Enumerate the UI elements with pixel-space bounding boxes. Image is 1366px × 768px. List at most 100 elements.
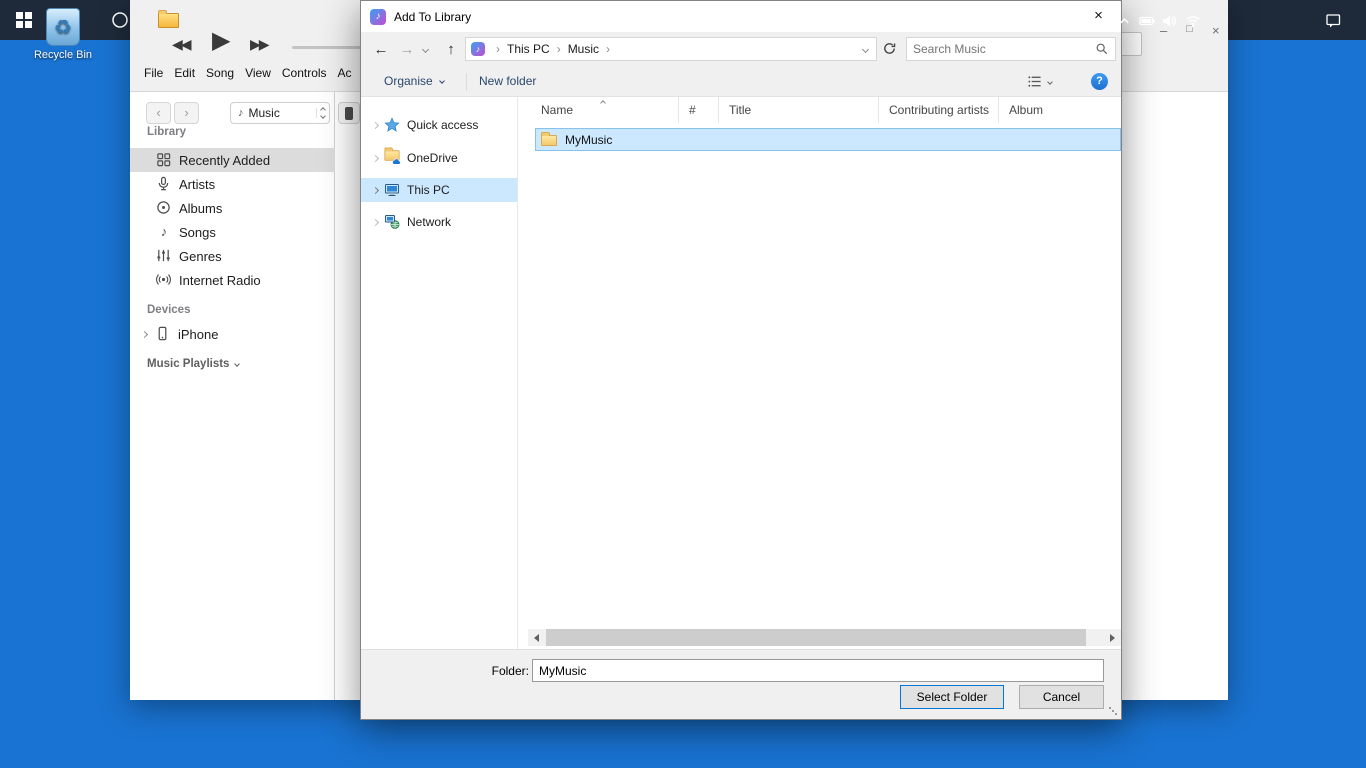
radio-waves-icon (156, 272, 172, 288)
expander-icon[interactable] (141, 330, 148, 337)
navpane-network[interactable]: Network (361, 210, 517, 234)
recycle-bin-icon: ♻ (46, 8, 80, 46)
list-view-icon (1027, 74, 1042, 89)
select-folder-button[interactable]: Select Folder (900, 685, 1004, 709)
menu-edit[interactable]: Edit (174, 66, 195, 80)
dialog-body: Quick access OneDrive This PC Network (361, 97, 1121, 649)
menu-song[interactable]: Song (206, 66, 234, 80)
column-header-album[interactable]: Album (999, 97, 1121, 123)
scroll-left-arrow[interactable] (528, 629, 545, 646)
navpane-this-pc[interactable]: This PC (361, 178, 517, 202)
dialog-close-button[interactable]: × (1076, 1, 1121, 31)
itunes-sidebar: ‹ › ♪ Music Library Recently Added Artis… (130, 92, 335, 700)
network-wifi-icon[interactable] (1184, 12, 1201, 29)
new-folder-button[interactable]: New folder (479, 74, 536, 88)
dialog-title: Add To Library (394, 10, 471, 24)
action-center-icon[interactable] (1325, 12, 1342, 29)
folder-icon (541, 135, 557, 146)
resize-grip[interactable] (1109, 707, 1111, 709)
breadcrumb-separator: › (557, 42, 561, 56)
search-box[interactable] (906, 37, 1116, 61)
itunes-app-icon: ♪ (370, 9, 386, 25)
dropdown-stepper-icon[interactable] (316, 108, 329, 118)
iphone-icon (155, 326, 171, 342)
pane-splitter[interactable] (517, 97, 518, 649)
breadcrumb-music[interactable]: Music (568, 42, 599, 56)
navpane-label: OneDrive (407, 151, 458, 165)
menu-account[interactable]: Ac (338, 66, 352, 80)
address-dropdown-icon[interactable] (862, 46, 869, 53)
file-name: MyMusic (565, 133, 612, 147)
sidebar-item-recently-added[interactable]: Recently Added (130, 148, 335, 172)
toolbar-divider (466, 73, 467, 91)
navpane-label: This PC (407, 183, 450, 197)
organise-menu-button[interactable]: Organise (384, 74, 444, 88)
sidebar-item-iphone[interactable]: iPhone (130, 322, 335, 346)
desktop: ♻ Recycle Bin ◀◀ ▶ ▶▶ File Edit Song Vie… (0, 0, 1366, 768)
dialog-footer: Folder: Select Folder Cancel (361, 649, 1121, 719)
cancel-button[interactable]: Cancel (1019, 685, 1104, 709)
scroll-right-arrow[interactable] (1104, 629, 1121, 646)
sidebar-item-artists[interactable]: Artists (130, 172, 335, 196)
itunes-menubar: File Edit Song View Controls Ac (144, 66, 363, 80)
sidebar-item-internet-radio[interactable]: Internet Radio (130, 268, 335, 292)
address-bar[interactable]: ♪ › This PC › Music › (465, 37, 877, 61)
quick-access-star-icon (384, 117, 401, 133)
sidebar-item-label: Artists (179, 177, 215, 192)
onedrive-icon (384, 150, 401, 166)
navpane-quick-access[interactable]: Quick access (361, 113, 517, 137)
recent-locations-dropdown-icon[interactable] (422, 46, 429, 53)
up-button[interactable]: ↑ (439, 38, 463, 62)
dialog-titlebar[interactable]: ♪ Add To Library × (361, 1, 1121, 32)
column-header-name[interactable]: Name (531, 97, 679, 123)
scrollbar-thumb[interactable] (546, 629, 1086, 646)
column-header-contributing-artists[interactable]: Contributing artists (879, 97, 999, 123)
sidebar-item-songs[interactable]: ♪ Songs (130, 220, 335, 244)
breadcrumb-this-pc[interactable]: This PC (507, 42, 550, 56)
menu-controls[interactable]: Controls (282, 66, 327, 80)
recycle-glyph: ♻ (54, 15, 72, 40)
menu-view[interactable]: View (245, 66, 271, 80)
media-kind-dropdown[interactable]: ♪ Music (230, 102, 330, 124)
help-button[interactable]: ? (1091, 73, 1108, 90)
recycle-bin-desktop-icon[interactable]: ♻ Recycle Bin (28, 8, 98, 61)
album-icon (156, 200, 172, 216)
media-kind-value: Music (249, 106, 317, 120)
battery-icon[interactable] (1139, 12, 1156, 29)
navpane-label: Quick access (407, 118, 478, 132)
column-header-number[interactable]: # (679, 97, 719, 123)
music-playlists-header[interactable]: Music Playlists (147, 358, 239, 370)
navpane-label: Network (407, 215, 451, 229)
note-icon: ♪ (156, 224, 172, 240)
horizontal-scrollbar[interactable] (528, 629, 1121, 646)
tray-expand-button[interactable] (1116, 12, 1133, 29)
search-input[interactable] (907, 42, 1095, 56)
next-track-button[interactable]: ▶▶ (250, 36, 268, 53)
file-row-mymusic[interactable]: MyMusic (535, 128, 1121, 151)
sidebar-item-albums[interactable]: Albums (130, 196, 335, 220)
volume-icon[interactable] (1160, 12, 1177, 29)
refresh-button[interactable] (882, 41, 897, 61)
play-button[interactable]: ▶ (212, 26, 230, 55)
sort-ascending-icon (600, 100, 606, 106)
forward-button[interactable]: → (395, 38, 419, 62)
menu-file[interactable]: File (144, 66, 163, 80)
device-button[interactable] (338, 102, 360, 124)
back-button[interactable]: ← (369, 38, 393, 62)
column-header-title[interactable]: Title (719, 97, 879, 123)
itunes-back-button[interactable]: ‹ (146, 102, 171, 124)
organise-label: Organise (384, 74, 433, 88)
library-section-header: Library (147, 126, 186, 138)
search-icon[interactable] (1095, 42, 1109, 56)
itunes-forward-button[interactable]: › (174, 102, 199, 124)
device-icon (345, 107, 353, 120)
sidebar-item-genres[interactable]: Genres (130, 244, 335, 268)
itunes-close-button[interactable]: × (1212, 23, 1220, 38)
this-pc-icon (384, 182, 401, 198)
sidebar-item-label: Genres (179, 249, 222, 264)
navpane-onedrive[interactable]: OneDrive (361, 146, 517, 170)
sidebar-item-label: iPhone (178, 327, 218, 342)
change-view-button[interactable] (1027, 74, 1052, 89)
folder-name-input[interactable] (532, 659, 1104, 682)
previous-track-button[interactable]: ◀◀ (172, 36, 190, 53)
